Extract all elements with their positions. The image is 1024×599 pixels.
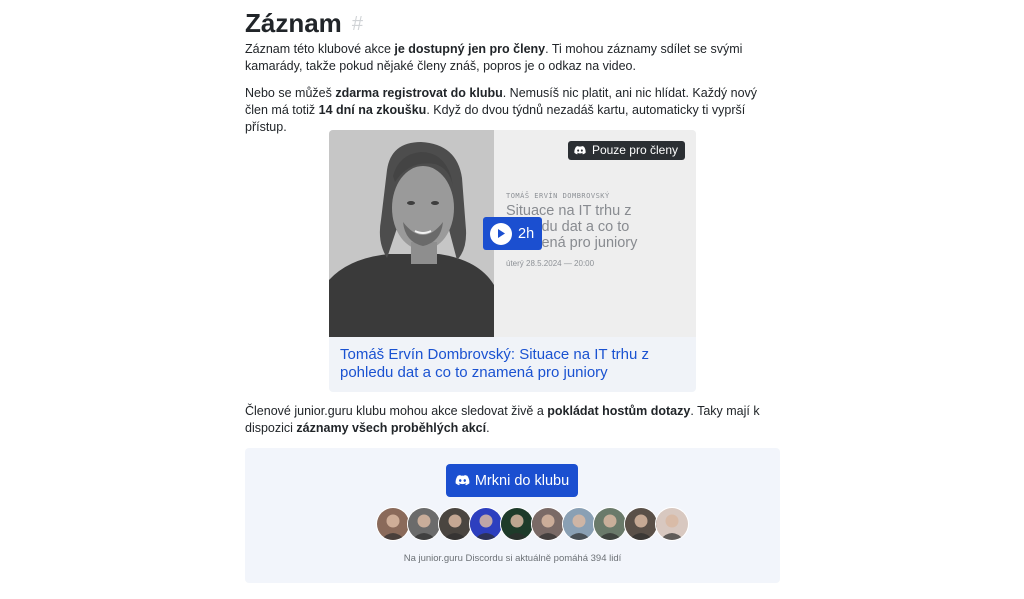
text-segment: Členové junior.guru klubu mohou akce sle… xyxy=(245,404,548,418)
club-cta-box: Mrkni do klubu Na junior.guru Discordu s… xyxy=(245,448,780,583)
avatar xyxy=(407,507,441,541)
video-thumbnail[interactable]: Pouze pro členy TOMÁŠ ERVÍN DOMBROVSKÝ S… xyxy=(329,130,696,337)
badge-label: Pouze pro členy xyxy=(591,143,678,157)
discord-icon xyxy=(455,475,470,486)
avatar xyxy=(500,507,534,541)
text-segment: Záznam této klubové akce xyxy=(245,42,395,56)
bold-text: je dostupný jen pro členy xyxy=(394,42,546,56)
bold-text: pokládat hostům dotazy xyxy=(547,404,691,418)
discord-icon xyxy=(574,146,586,155)
play-button[interactable]: 2h xyxy=(483,217,542,250)
speaker-name-caption: TOMÁŠ ERVÍN DOMBROVSKÝ xyxy=(506,192,610,200)
avatar xyxy=(655,507,689,541)
text-segment: Nebo se můžeš xyxy=(245,86,336,100)
heading-anchor-link[interactable]: # xyxy=(352,13,363,35)
club-member-count-note: Na junior.guru Discordu si aktuálně pomá… xyxy=(403,553,622,564)
speaker-photo xyxy=(329,142,494,337)
members-paragraph: Členové junior.guru klubu mohou akce sle… xyxy=(245,403,780,437)
bold-text: záznamy všech proběhlých akcí xyxy=(296,421,487,435)
video-duration: 2h xyxy=(518,225,535,242)
intro-paragraph-2: Nebo se můžeš zdarma registrovat do klub… xyxy=(245,85,780,136)
avatar xyxy=(624,507,658,541)
members-only-badge: Pouze pro členy xyxy=(567,141,685,160)
video-title-link[interactable]: Tomáš Ervín Dombrovský: Situace na IT tr… xyxy=(340,346,685,382)
section-heading: Záznam # xyxy=(245,8,363,39)
bold-text: zdarma registrovat do klubu xyxy=(335,86,503,100)
avatar xyxy=(469,507,503,541)
avatar xyxy=(438,507,472,541)
text-segment: . xyxy=(486,421,490,435)
play-icon xyxy=(490,222,512,245)
join-club-button[interactable]: Mrkni do klubu xyxy=(446,464,578,497)
heading-title: Záznam xyxy=(245,8,342,38)
join-club-label: Mrkni do klubu xyxy=(474,472,570,489)
intro-paragraph-1: Záznam této klubové akce je dostupný jen… xyxy=(245,41,780,75)
avatar xyxy=(376,507,410,541)
video-card[interactable]: Pouze pro členy TOMÁŠ ERVÍN DOMBROVSKÝ S… xyxy=(329,130,696,392)
bold-text: 14 dní na zkoušku xyxy=(318,103,427,117)
avatar xyxy=(531,507,565,541)
avatar xyxy=(562,507,596,541)
talk-date: úterý 28.5.2024 — 20:00 xyxy=(506,259,595,268)
avatar xyxy=(593,507,627,541)
member-avatars xyxy=(376,507,689,541)
